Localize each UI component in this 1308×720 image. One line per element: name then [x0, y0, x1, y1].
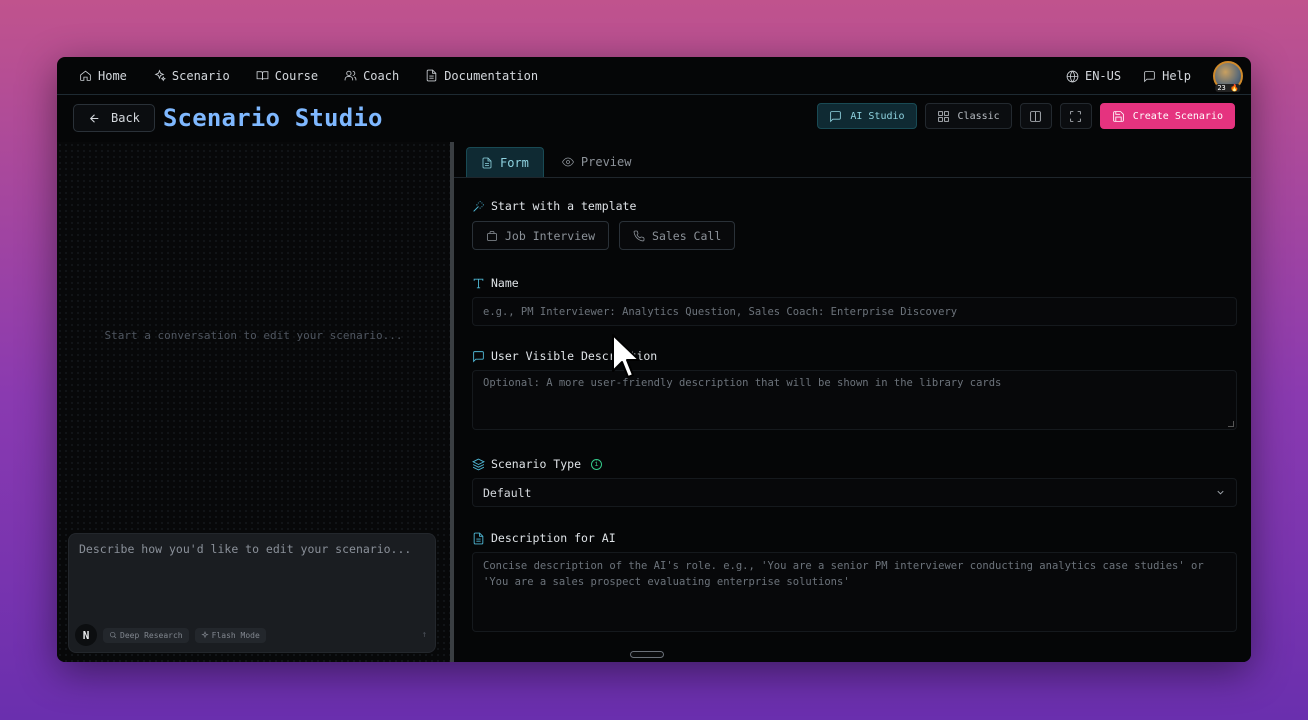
briefcase-icon — [487, 230, 497, 241]
chat-pane: Start a conversation to edit your scenar… — [57, 142, 450, 662]
send-icon[interactable]: ↑ — [422, 630, 427, 640]
template-buttons: Job Interview Sales Call — [472, 221, 1237, 250]
ai-studio-button[interactable]: AI Studio — [817, 103, 917, 129]
job-interview-label: Job Interview — [505, 228, 596, 243]
panel-icon — [1030, 110, 1041, 122]
sales-call-label: Sales Call — [652, 228, 722, 243]
sparkles-icon — [154, 69, 166, 82]
type-icon — [473, 278, 484, 288]
chat-toolbar: N Deep Research Flash Mode ↑ — [75, 624, 427, 646]
empty-chat-message: Start a conversation to edit your scenar… — [104, 329, 403, 342]
job-interview-template-button[interactable]: Job Interview — [472, 221, 610, 250]
flash-mode-toggle[interactable]: Flash Mode — [194, 627, 266, 643]
user-visible-description-textarea[interactable]: Optional: A more user-friendly descripti… — [472, 370, 1237, 430]
help-button[interactable]: Help — [1143, 69, 1191, 83]
app-window: Home Scenario Course Coach Documentation… — [57, 57, 1251, 662]
ai-desc-section-label: Description for AI — [472, 531, 1237, 545]
tab-preview[interactable]: Preview — [548, 147, 646, 177]
message-square-icon — [473, 350, 484, 362]
nav-documentation-label: Documentation — [444, 68, 539, 83]
tab-form[interactable]: Form — [466, 147, 544, 177]
file-text-icon — [482, 157, 492, 168]
mouse-cursor-icon — [612, 334, 640, 378]
file-text-icon — [473, 532, 484, 544]
name-input[interactable]: e.g., PM Interviewer: Analytics Question… — [472, 297, 1237, 326]
language-label: EN-US — [1084, 69, 1122, 83]
nav-coach[interactable]: Coach — [344, 69, 399, 83]
fullscreen-button[interactable] — [1059, 103, 1092, 129]
create-scenario-button[interactable]: Create Scenario — [1099, 103, 1235, 129]
scenario-type-value: Default — [483, 485, 532, 500]
nav-course-label: Course — [274, 68, 319, 83]
chat-input-box[interactable]: Describe how you'd like to edit your sce… — [68, 533, 436, 653]
name-label-text: Name — [491, 276, 519, 290]
chat-input[interactable]: Describe how you'd like to edit your sce… — [79, 542, 411, 556]
scenario-type-select[interactable]: Default — [472, 478, 1237, 507]
tab-bar: Form Preview — [454, 142, 1251, 178]
resize-handle-icon[interactable] — [1228, 421, 1234, 427]
toggle-panel-button[interactable] — [1019, 103, 1052, 129]
type-section-label: Scenario Type i — [472, 457, 1237, 471]
sparkle-icon — [200, 631, 209, 639]
users-icon — [344, 70, 357, 81]
help-chat-icon — [1144, 70, 1155, 82]
model-button[interactable]: N — [75, 624, 97, 646]
tab-form-label: Form — [500, 155, 529, 170]
form-pane: Form Preview Start with a template Job I… — [454, 142, 1251, 662]
wand-icon — [473, 200, 484, 212]
deep-research-toggle[interactable]: Deep Research — [103, 627, 189, 643]
deep-research-label: Deep Research — [120, 630, 183, 640]
template-label-text: Start with a template — [491, 199, 637, 213]
sales-call-template-button[interactable]: Sales Call — [619, 221, 736, 250]
name-section-label: Name — [472, 276, 1237, 290]
eye-icon — [561, 157, 574, 167]
back-button[interactable]: Back — [73, 104, 155, 132]
layers-icon — [472, 458, 485, 470]
ai-desc-label-text: Description for AI — [491, 531, 616, 545]
avatar[interactable]: 23 🔥 — [1213, 61, 1243, 92]
globe-icon — [1066, 70, 1079, 82]
classic-label: Classic — [957, 110, 1000, 122]
scroll-handle[interactable] — [630, 651, 664, 658]
help-label: Help — [1162, 69, 1191, 83]
nav-documentation[interactable]: Documentation — [425, 69, 538, 83]
nav-scenario-label: Scenario — [171, 68, 230, 83]
page-title: Scenario Studio — [162, 104, 383, 132]
message-square-icon — [830, 110, 842, 122]
create-scenario-label: Create Scenario — [1132, 110, 1223, 122]
file-icon — [426, 69, 437, 82]
template-section-label: Start with a template — [472, 199, 1237, 213]
classic-button[interactable]: Classic — [924, 103, 1012, 129]
chevron-down-icon — [1217, 490, 1224, 495]
arrow-left-icon — [89, 113, 99, 123]
ai-studio-label: AI Studio — [850, 110, 905, 122]
info-icon[interactable]: i — [591, 458, 603, 470]
nav-home-label: Home — [98, 68, 127, 83]
uvd-placeholder: Optional: A more user-friendly descripti… — [483, 377, 1002, 389]
streak-badge: 23 🔥 — [1215, 84, 1241, 92]
nav-home[interactable]: Home — [79, 69, 127, 83]
ai-description-textarea[interactable]: Concise description of the AI's role. e.… — [472, 552, 1237, 632]
save-icon — [1112, 110, 1124, 122]
grid-icon — [937, 110, 949, 122]
nav-scenario[interactable]: Scenario — [153, 69, 230, 83]
scenario-form: Start with a template Job Interview Sale… — [472, 178, 1237, 632]
type-label-text: Scenario Type — [491, 457, 582, 471]
tab-preview-label: Preview — [580, 155, 632, 169]
uvd-section-label: User Visible Description — [472, 349, 1237, 363]
page-header: Back Scenario Studio AI Studio Classic C… — [57, 95, 1251, 141]
phone-icon — [633, 230, 645, 241]
flash-mode-label: Flash Mode — [211, 630, 260, 640]
home-icon — [80, 70, 91, 81]
book-icon — [256, 71, 269, 80]
top-nav: Home Scenario Course Coach Documentation… — [57, 57, 1251, 95]
nav-coach-label: Coach — [363, 68, 400, 83]
back-label: Back — [111, 111, 140, 125]
language-selector[interactable]: EN-US — [1066, 69, 1121, 83]
search-icon — [110, 632, 117, 639]
maximize-icon — [1070, 110, 1081, 122]
nav-course[interactable]: Course — [256, 69, 318, 83]
